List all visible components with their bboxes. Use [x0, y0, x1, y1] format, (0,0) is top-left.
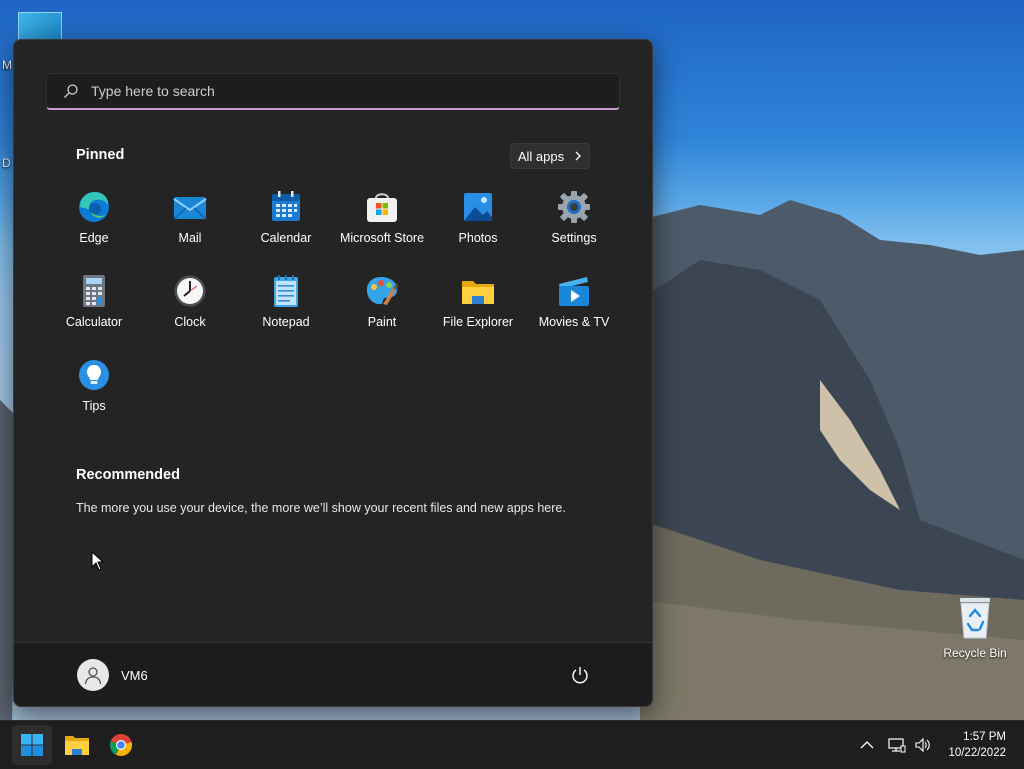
- user-name: VM6: [121, 667, 148, 683]
- search-icon: [64, 84, 78, 98]
- clock-icon: [174, 275, 206, 307]
- edge-icon: [79, 192, 109, 222]
- recommended-title: Recommended: [76, 467, 180, 483]
- start-button[interactable]: [12, 725, 52, 765]
- recycle-bin-label: Recycle Bin: [943, 646, 1007, 660]
- chrome-icon: [109, 734, 133, 757]
- volume-icon[interactable]: [914, 737, 932, 753]
- mail-icon: [173, 197, 207, 220]
- app-label: File Explorer: [442, 315, 514, 329]
- lightbulb-icon: [79, 360, 109, 390]
- all-apps-label: All apps: [517, 148, 565, 164]
- app-label: Calculator: [65, 315, 123, 329]
- recycle-bin-icon: [960, 598, 990, 639]
- pinned-app-microsoft-store[interactable]: Microsoft Store: [334, 190, 430, 274]
- pinned-app-photos[interactable]: Photos: [430, 190, 526, 274]
- user-account-button[interactable]: VM6: [77, 659, 148, 691]
- app-label: Settings: [551, 231, 597, 245]
- desktop-icon-label-fragment: D: [2, 156, 11, 170]
- pinned-app-clock[interactable]: Clock: [142, 274, 238, 358]
- recycle-bin[interactable]: Recycle Bin: [942, 596, 1008, 660]
- user-icon: [84, 667, 102, 685]
- pinned-app-paint[interactable]: Paint: [334, 274, 430, 358]
- movies-icon: [559, 277, 589, 306]
- desktop-shortcut-icon[interactable]: [18, 12, 62, 42]
- pinned-app-movies-tv[interactable]: Movies & TV: [526, 274, 622, 358]
- pinned-app-notepad[interactable]: Notepad: [238, 274, 334, 358]
- pinned-app-settings[interactable]: Settings: [526, 190, 622, 274]
- pinned-app-mail[interactable]: Mail: [142, 190, 238, 274]
- taskbar-clock[interactable]: 1:57 PM 10/22/2022: [948, 729, 1006, 761]
- search-input[interactable]: [89, 82, 593, 100]
- system-tray: [860, 721, 932, 769]
- start-search-box[interactable]: [46, 73, 620, 110]
- paint-icon: [366, 277, 398, 305]
- clock-time: 1:57 PM: [963, 731, 1006, 743]
- start-icon: [21, 734, 43, 756]
- taskbar: 1:57 PM 10/22/2022: [0, 720, 1024, 769]
- pinned-title: Pinned: [76, 147, 125, 163]
- power-icon[interactable]: [570, 665, 590, 685]
- app-label: Movies & TV: [538, 315, 610, 329]
- pinned-app-file-explorer[interactable]: File Explorer: [430, 274, 526, 358]
- pinned-app-edge[interactable]: Edge: [46, 190, 142, 274]
- all-apps-button[interactable]: All apps: [510, 143, 590, 169]
- start-menu: Pinned All apps Edge: [13, 39, 653, 707]
- folder-icon: [462, 281, 494, 304]
- calculator-icon: [83, 275, 105, 307]
- chevron-up-icon[interactable]: [860, 740, 874, 750]
- pinned-app-calculator[interactable]: Calculator: [46, 274, 142, 358]
- folder-icon: [65, 736, 89, 755]
- app-label: Notepad: [262, 315, 310, 329]
- taskbar-chrome[interactable]: [101, 725, 141, 765]
- mouse-cursor-icon: [91, 551, 105, 571]
- gear-icon: [558, 191, 590, 223]
- pinned-app-calendar[interactable]: Calendar: [238, 190, 334, 274]
- app-label: Mail: [178, 231, 202, 245]
- start-menu-footer: VM6: [14, 642, 652, 706]
- store-icon: [367, 193, 397, 222]
- chevron-right-icon: [575, 151, 582, 161]
- app-label: Clock: [174, 315, 206, 329]
- app-label: Calendar: [260, 231, 312, 245]
- desktop-icon-label-fragment: M: [2, 58, 12, 72]
- app-label: Photos: [458, 231, 498, 245]
- app-label: Edge: [79, 231, 109, 245]
- app-label: Paint: [367, 315, 397, 329]
- network-icon[interactable]: [888, 737, 906, 753]
- taskbar-file-explorer[interactable]: [57, 725, 97, 765]
- pinned-apps-grid: Edge Mail Calendar Microsoft Store Photo…: [46, 190, 622, 442]
- recommended-empty-text: The more you use your device, the more w…: [76, 501, 566, 515]
- calendar-icon: [272, 191, 300, 221]
- app-label: Microsoft Store: [339, 231, 425, 245]
- app-label: Tips: [82, 399, 106, 413]
- photos-icon: [464, 193, 492, 221]
- pinned-app-tips[interactable]: Tips: [46, 358, 142, 442]
- notepad-icon: [274, 275, 298, 307]
- avatar: [77, 659, 109, 691]
- clock-date: 10/22/2022: [948, 747, 1006, 759]
